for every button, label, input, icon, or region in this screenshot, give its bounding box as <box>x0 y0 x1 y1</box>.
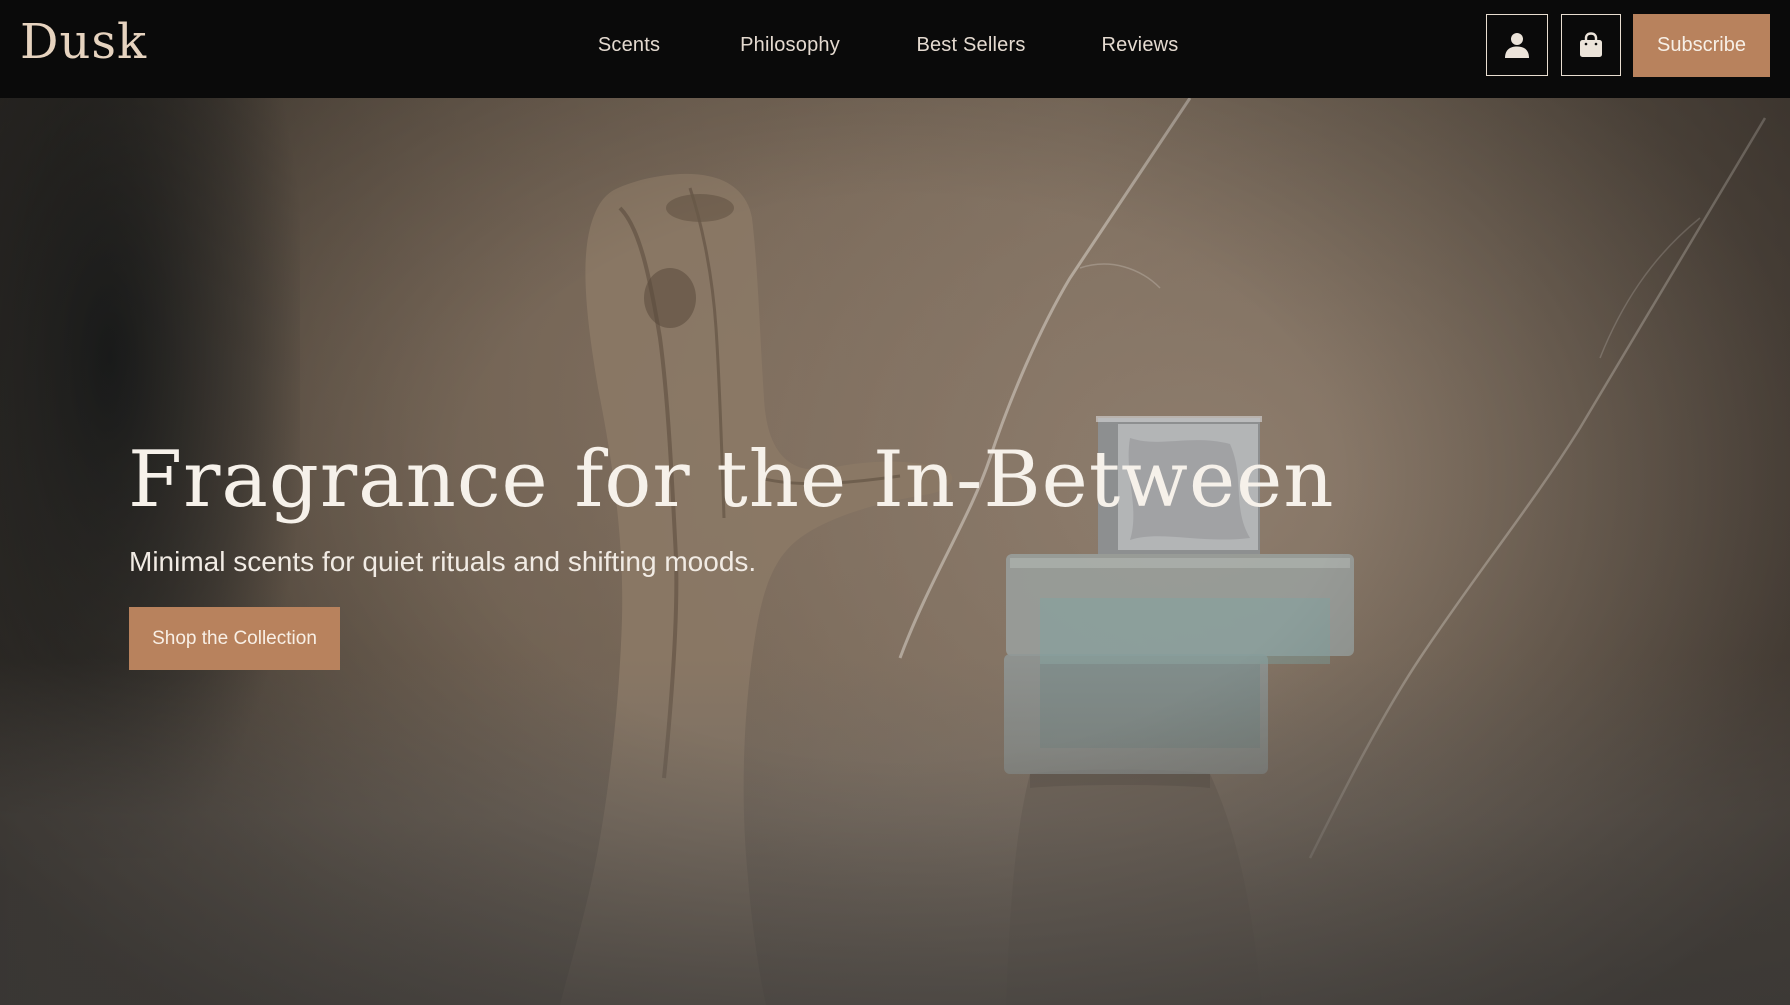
site-header: Dusk Scents Philosophy Best Sellers Revi… <box>0 0 1790 98</box>
hero-subtitle: Minimal scents for quiet rituals and shi… <box>129 546 757 577</box>
subscribe-button[interactable]: Subscribe <box>1633 14 1770 77</box>
cart-button[interactable] <box>1561 14 1621 76</box>
nav-link-philosophy[interactable]: Philosophy <box>740 34 840 57</box>
nav-link-reviews[interactable]: Reviews <box>1102 34 1179 57</box>
hero-section: Fragrance for the In-Between Minimal sce… <box>0 98 1790 1005</box>
shopping-bag-icon <box>1580 32 1602 57</box>
shop-collection-button[interactable]: Shop the Collection <box>129 607 340 670</box>
nav-link-best-sellers[interactable]: Best Sellers <box>916 34 1025 57</box>
user-icon <box>1505 33 1529 58</box>
hero-title: Fragrance for the In-Between <box>128 435 1335 525</box>
nav-link-scents[interactable]: Scents <box>598 34 660 57</box>
account-button[interactable] <box>1486 14 1548 76</box>
